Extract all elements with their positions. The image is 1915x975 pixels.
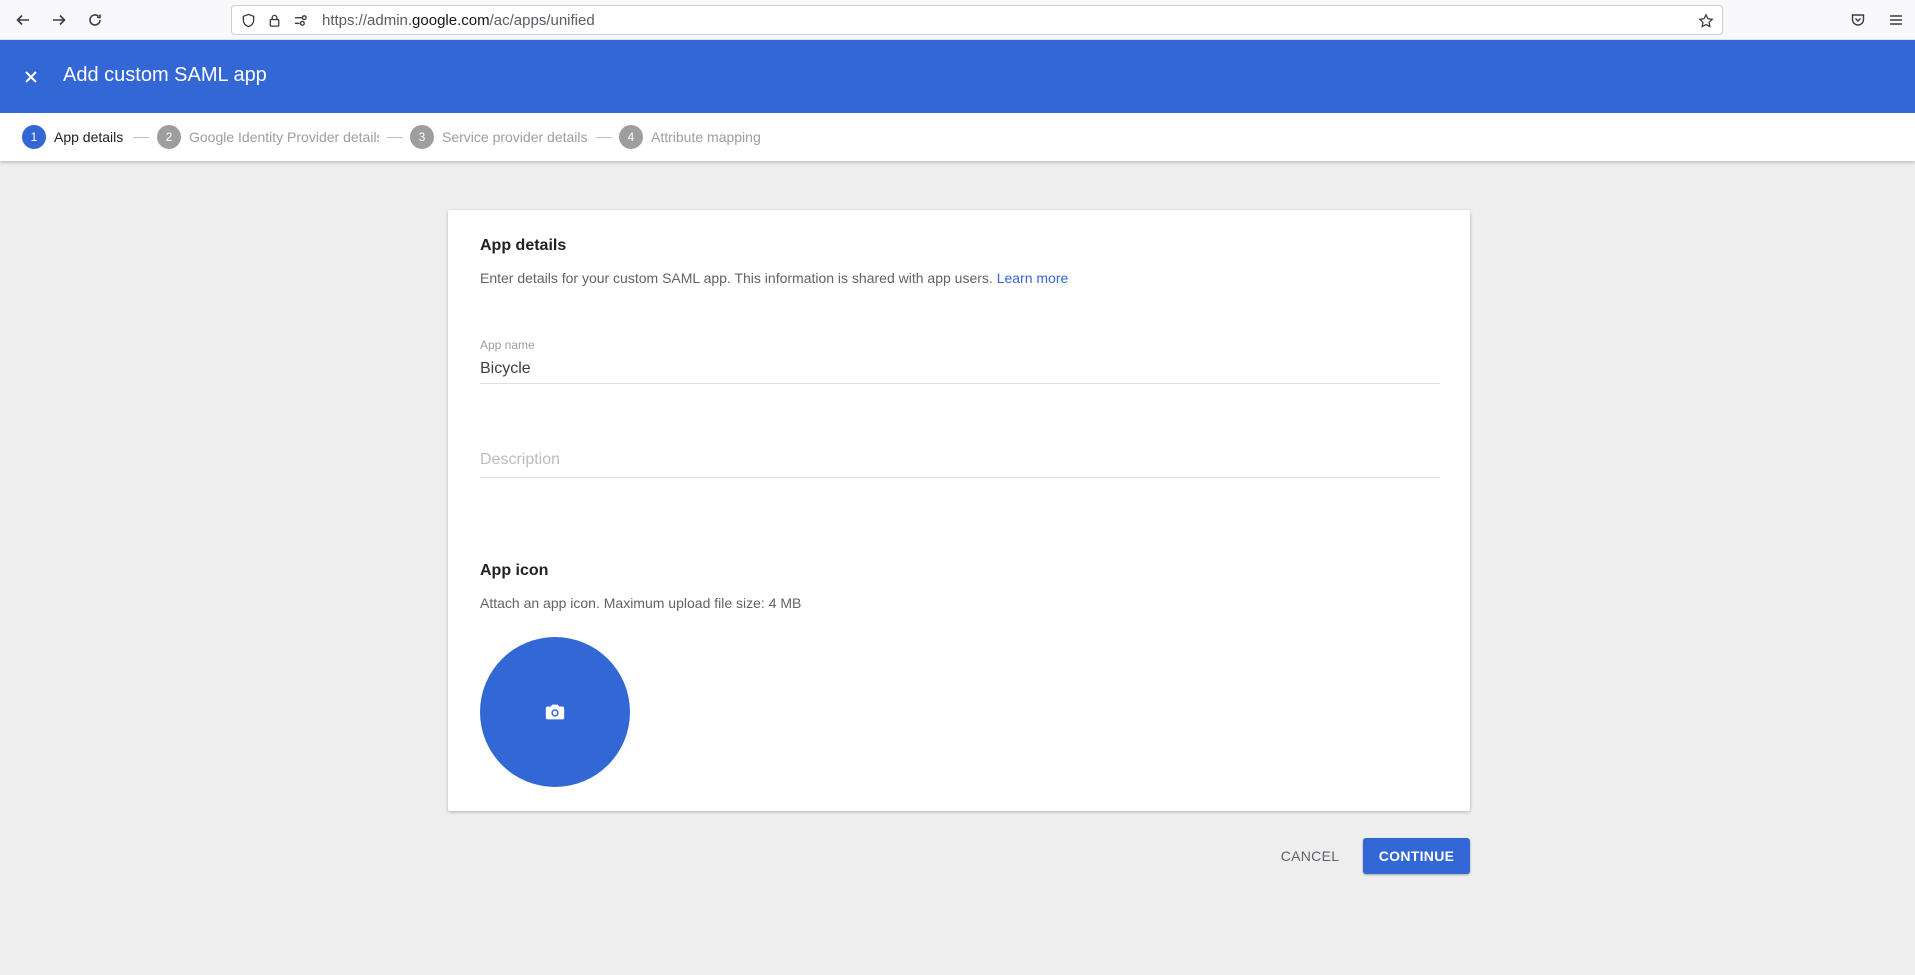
page-title: Add custom SAML app [63,64,267,86]
step-label: App details [54,129,124,145]
card-title: App details [480,237,567,254]
step-number: 4 [619,125,643,149]
app-details-card: App details Enter details for your custo… [448,210,1470,811]
app-name-field[interactable]: App name [480,326,1440,384]
step-separator [596,137,612,138]
description-input[interactable] [480,451,1440,469]
continue-button[interactable]: CONTINUE [1363,838,1470,874]
step-label: Service provider details [442,129,588,145]
permissions-icon[interactable] [290,10,310,30]
step-separator [387,137,403,138]
learn-more-link[interactable]: Learn more [997,270,1069,286]
step-label: Google Identity Provider details [189,129,379,145]
step-attribute-mapping[interactable]: 4 Attribute mapping [619,125,761,149]
step-number: 3 [410,125,434,149]
description-field[interactable] [480,416,1440,478]
app-header: Add custom SAML app [0,40,1915,113]
step-app-details[interactable]: 1 App details [22,125,123,149]
app-icon-upload-button[interactable] [480,637,630,787]
close-icon[interactable] [18,64,44,90]
app-icon-description: Attach an app icon. Maximum upload file … [480,595,802,611]
step-service-provider-details[interactable]: 3 Service provider details [410,125,588,149]
shield-icon[interactable] [238,10,258,30]
app-icon-title: App icon [480,562,549,579]
camera-icon [545,704,565,720]
step-number: 1 [22,125,46,149]
forward-arrow-icon[interactable] [45,8,73,32]
step-separator [133,137,149,138]
step-label: Attribute mapping [651,129,761,145]
app-name-label: App name [480,338,535,352]
pocket-icon[interactable] [1847,9,1869,31]
bookmark-star-icon[interactable] [1696,11,1716,31]
menu-icon[interactable] [1885,9,1907,31]
step-google-idp-details[interactable]: 2 Google Identity Provider details [157,125,379,149]
reload-icon[interactable] [81,8,109,32]
step-number: 2 [157,125,181,149]
card-description: Enter details for your custom SAML app. … [480,270,1069,286]
back-arrow-icon[interactable] [9,8,37,32]
stepper: 1 App details 2 Google Identity Provider… [0,113,1915,161]
url-text: https://admin.google.com/ac/apps/unified [322,11,595,29]
lock-icon[interactable] [264,10,284,30]
cancel-button[interactable]: CANCEL [1266,838,1354,874]
app-name-input[interactable] [480,360,1440,378]
browser-toolbar: https://admin.google.com/ac/apps/unified [0,0,1915,40]
url-bar[interactable]: https://admin.google.com/ac/apps/unified [231,5,1723,35]
